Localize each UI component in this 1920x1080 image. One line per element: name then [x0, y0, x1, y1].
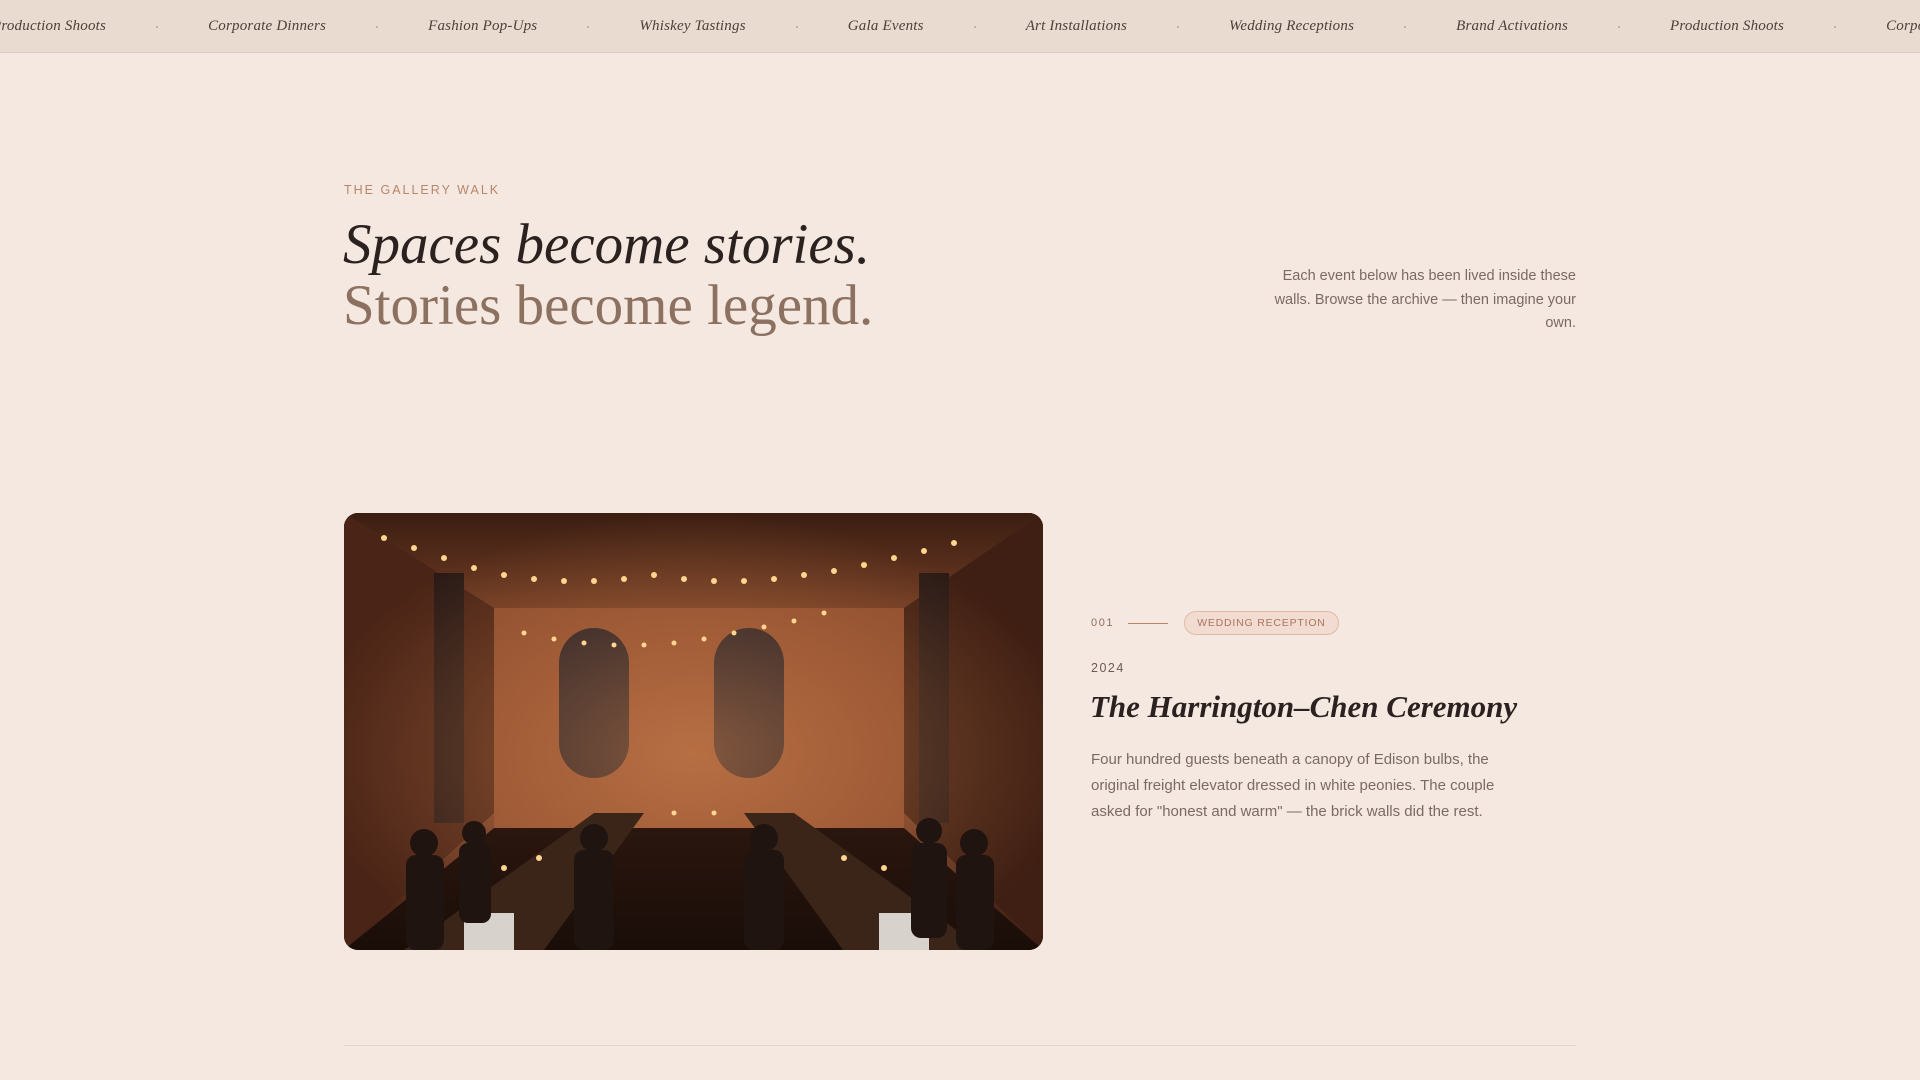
section-eyebrow: THE GALLERY WALK [344, 183, 501, 197]
marquee-item: Fashion Pop-Ups [428, 18, 538, 34]
marquee-track: Production Shoots Corporate Dinners Fashio… [0, 0, 1920, 52]
event-photo[interactable] [344, 513, 1043, 950]
intro-text: Each event below has been lived inside t… [1274, 268, 1576, 331]
marquee-item: Wedding Receptions [1229, 18, 1355, 34]
marquee-item: Corporate Dinners [1886, 18, 1920, 34]
marquee-separator-dot [973, 25, 976, 28]
section-divider [344, 1045, 1576, 1046]
marquee-separator-dot [1834, 25, 1837, 28]
marquee-separator-dot [1404, 25, 1407, 28]
marquee-separator-dot [376, 25, 379, 28]
marquee-item: Production Shoots [1670, 18, 1785, 34]
marquee-separator-dot [587, 25, 590, 28]
marquee-item: Production Shoots [0, 18, 107, 34]
event-title[interactable]: The Harrington–Chen Ceremony [1090, 686, 1517, 728]
headline-line-1: Spaces become stories. [343, 213, 871, 276]
event-description: Four hundred guests beneath a canopy of … [1091, 751, 1495, 820]
marquee-item: Gala Events [847, 18, 924, 34]
event-meta-row: 001 WEDDING RECEPTION [1091, 610, 1339, 636]
marquee-separator-dot [1177, 25, 1180, 28]
marquee-separator-dot [156, 25, 159, 28]
marquee-separator-dot [795, 25, 798, 28]
marquee-item: Art Installations [1025, 18, 1128, 34]
marquee-item: Whiskey Tastings [639, 18, 746, 34]
event-photo-illustration [344, 513, 1043, 950]
event-category-tag: WEDDING RECEPTION [1184, 611, 1339, 635]
marquee-item: Brand Activations [1456, 18, 1568, 34]
marquee-item: Corporate Dinners [208, 18, 327, 34]
event-type-marquee: Production Shoots Corporate Dinners Fashio… [0, 0, 1920, 53]
marquee-separator-dot [1618, 25, 1620, 28]
headline-line-2: Stories become legend. [343, 274, 874, 337]
meta-divider-line [1128, 622, 1169, 624]
event-year: 2024 [1091, 661, 1125, 675]
event-number: 001 [1091, 617, 1115, 629]
